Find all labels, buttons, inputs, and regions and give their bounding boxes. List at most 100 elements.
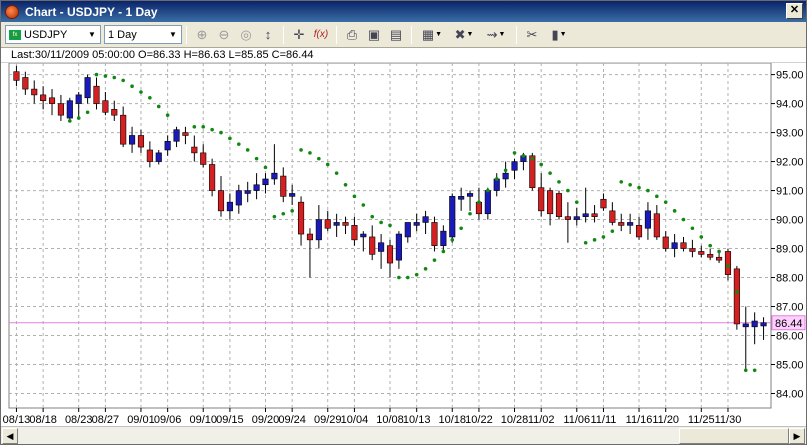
sar-dot xyxy=(201,124,206,129)
sar-dot xyxy=(459,226,463,231)
chart-type-button[interactable]: ▮ ▼ xyxy=(543,25,575,45)
chevron-down-icon[interactable]: ▼ xyxy=(86,28,98,41)
candle-body xyxy=(333,222,340,226)
zoom-in-button[interactable]: ⊕ xyxy=(191,25,213,45)
candle-body xyxy=(413,222,420,226)
scrollbar-thumb[interactable] xyxy=(679,428,789,444)
x-tick-label: 11/20 xyxy=(652,414,679,426)
y-tick-label: 95.00 xyxy=(776,70,804,82)
candle-body xyxy=(271,172,278,180)
candlestick-chart[interactable]: 84.00 85.00 86.00 87.00 88.00 89.00 90.00 91.00… xyxy=(1,62,806,426)
sar-dot xyxy=(130,84,134,88)
toolbar-separator xyxy=(186,25,187,44)
sar-dot xyxy=(219,130,223,135)
chevron-down-icon[interactable]: ▼ xyxy=(560,31,567,38)
x-tick-label: 09/01 xyxy=(127,414,155,426)
symbol-flag-icon: fx xyxy=(9,29,21,40)
candle-body xyxy=(315,219,322,241)
close-button[interactable]: ✕ xyxy=(786,3,803,19)
print-button[interactable]: ⎙ xyxy=(341,25,363,45)
sar-dot xyxy=(468,211,472,216)
scroll-right-button[interactable]: ▶ xyxy=(789,428,805,444)
candle-body xyxy=(458,196,465,200)
sar-dot xyxy=(450,238,455,242)
candle-body xyxy=(298,201,305,235)
sar-dot xyxy=(210,127,214,132)
y-tick-label: 91.00 xyxy=(776,186,804,198)
horizontal-scrollbar[interactable]: ◀ ▶ xyxy=(1,426,806,444)
candle-body xyxy=(200,152,207,165)
x-tick-label: 09/06 xyxy=(154,414,182,426)
candle-body xyxy=(555,193,563,217)
sar-dot xyxy=(352,194,357,199)
sar-dot xyxy=(699,235,704,239)
candle-body xyxy=(591,213,598,217)
zoom-out-button[interactable]: ⊖ xyxy=(213,25,235,45)
candle-body xyxy=(57,103,64,116)
candle-body xyxy=(164,140,171,151)
x-tick-label: 11/02 xyxy=(528,414,555,426)
sar-dot xyxy=(592,238,597,242)
candle-body xyxy=(217,190,225,212)
sar-dot xyxy=(121,78,125,83)
candle-body xyxy=(635,225,643,238)
candle-body xyxy=(155,152,162,162)
sar-dot xyxy=(557,180,561,184)
save-button[interactable]: ▣ xyxy=(363,25,385,45)
chevron-down-icon[interactable]: ▼ xyxy=(466,31,473,38)
tools-button[interactable]: ✂ xyxy=(521,25,543,45)
sar-dot xyxy=(619,180,624,184)
document-button[interactable]: ▤ xyxy=(385,25,407,45)
formula-button[interactable]: f(x) xyxy=(310,25,332,45)
zoom-fit-button[interactable]: ◎ xyxy=(235,25,257,45)
indicator-button[interactable]: ⇝ ▼ xyxy=(480,25,512,45)
print-icon: ⎙ xyxy=(346,26,358,42)
title-bar[interactable]: Chart - USDJPY - 1 Day ✕ xyxy=(1,1,806,22)
chevron-down-icon[interactable]: ▼ xyxy=(435,31,442,38)
chart-area[interactable]: 84.00 85.00 86.00 87.00 88.00 89.00 90.00 91.00… xyxy=(1,62,806,426)
sar-dot xyxy=(156,104,161,109)
candle-body xyxy=(244,190,251,194)
sar-dot xyxy=(405,275,410,280)
sar-dot xyxy=(290,209,294,213)
trendline-button[interactable]: ↕ xyxy=(257,25,279,45)
sar-dot xyxy=(228,136,232,141)
candle-body xyxy=(724,251,732,275)
x-tick-label: 08/27 xyxy=(92,414,120,426)
sar-dot xyxy=(299,148,303,152)
sar-dot xyxy=(512,151,517,155)
sar-dot xyxy=(735,290,739,294)
document-icon: ▤ xyxy=(389,26,403,42)
timeframe-value: 1 Day xyxy=(108,28,137,41)
grid-button[interactable]: ▦ ▼ xyxy=(416,25,448,45)
delete-button[interactable]: ✖ ▼ xyxy=(448,25,480,45)
candle-body xyxy=(173,129,180,142)
y-tick-label: 85.00 xyxy=(776,360,804,372)
sar-dot xyxy=(112,75,117,80)
symbol-select[interactable]: fx USDJPY ▼ xyxy=(5,25,101,44)
x-tick-label: 11/16 xyxy=(626,414,653,426)
sar-dot xyxy=(432,258,437,262)
candle-body xyxy=(671,242,678,249)
chevron-down-icon[interactable]: ▼ xyxy=(167,28,179,41)
sar-dot xyxy=(317,156,321,161)
crosshair-button[interactable]: ✛ xyxy=(288,25,310,45)
candle-body xyxy=(582,213,589,217)
toolbar-separator xyxy=(516,25,517,44)
scroll-left-button[interactable]: ◀ xyxy=(2,428,18,444)
indicator-icon: ⇝ xyxy=(486,26,498,42)
sar-dot xyxy=(530,156,535,161)
candle-body xyxy=(289,193,296,197)
candle-body xyxy=(191,146,198,154)
sar-dot xyxy=(308,151,312,155)
trendline-icon: ↕ xyxy=(264,27,272,42)
save-icon: ▣ xyxy=(367,26,381,42)
x-tick-label: 10/28 xyxy=(501,414,529,426)
timeframe-select[interactable]: 1 Day ▼ xyxy=(104,25,182,44)
chevron-down-icon[interactable]: ▼ xyxy=(498,31,505,38)
candle-body xyxy=(386,245,394,264)
candle-body xyxy=(627,222,634,226)
candle-body xyxy=(66,100,73,119)
candle-body xyxy=(716,256,723,261)
x-tick-label: 10/04 xyxy=(341,414,369,426)
